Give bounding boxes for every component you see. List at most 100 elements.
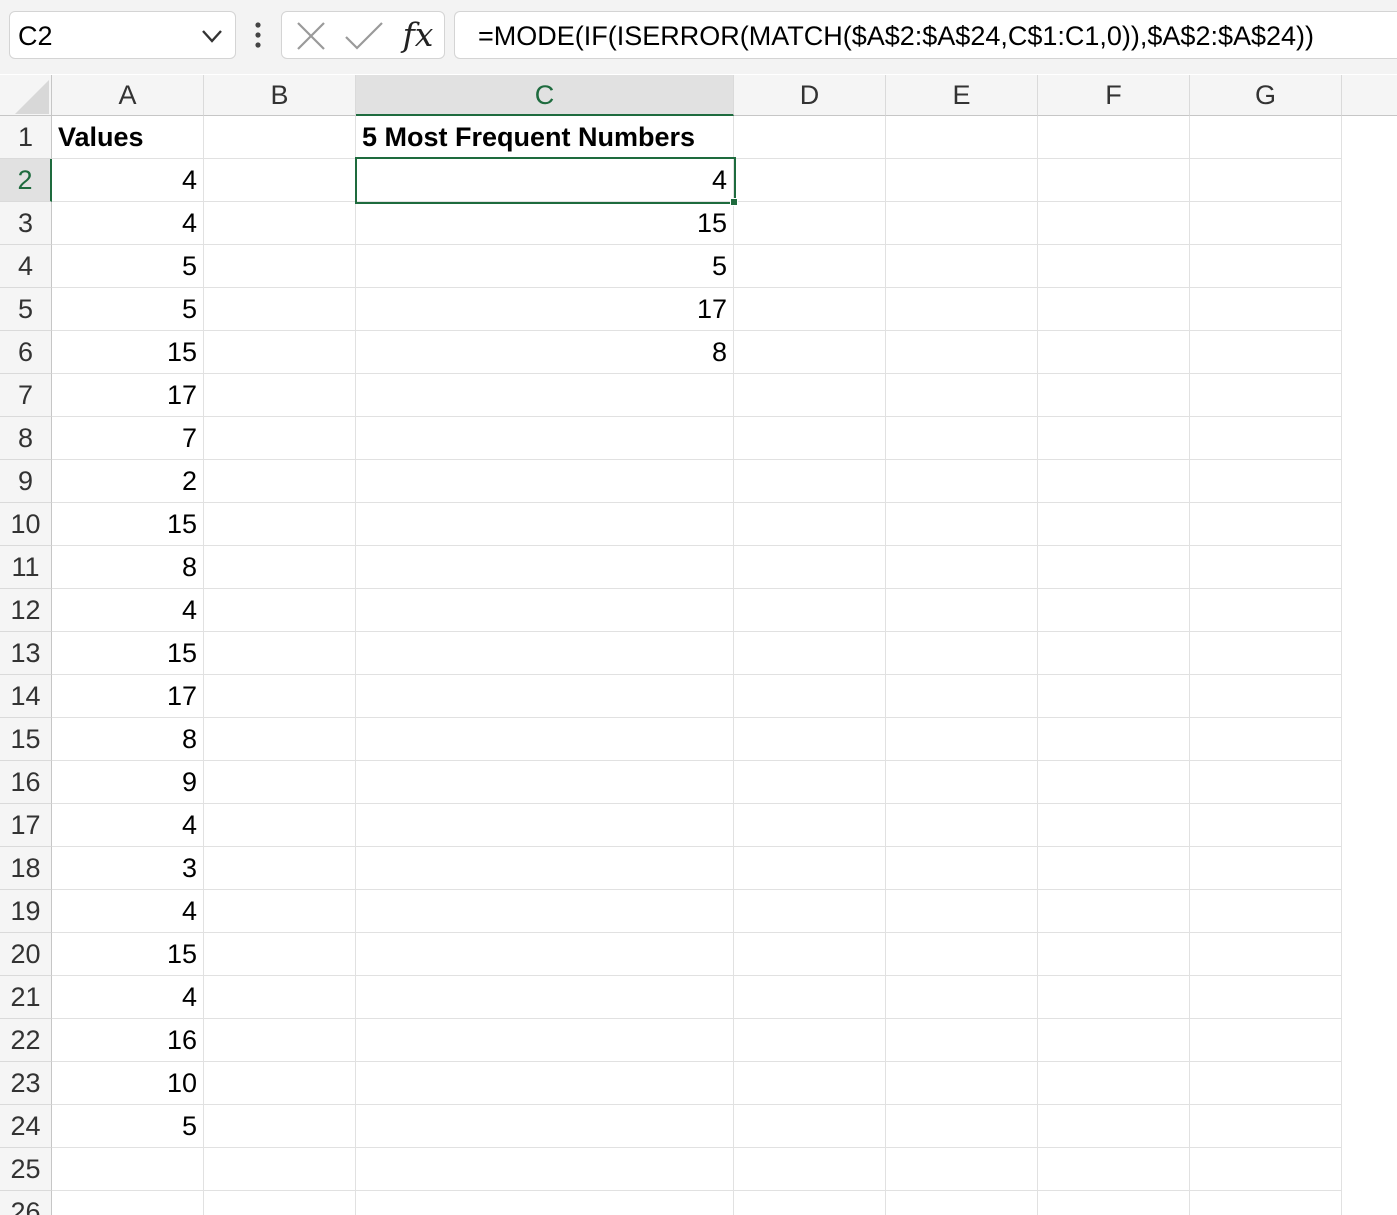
cell-d2[interactable] <box>734 159 886 202</box>
cell-g14[interactable] <box>1190 675 1342 718</box>
cell-b8[interactable] <box>204 417 356 460</box>
cell-d4[interactable] <box>734 245 886 288</box>
cell-g3[interactable] <box>1190 202 1342 245</box>
cell-g25[interactable] <box>1190 1148 1342 1191</box>
column-header-g[interactable]: G <box>1190 75 1342 116</box>
cell-b2[interactable] <box>204 159 356 202</box>
cell-b1[interactable] <box>204 116 356 159</box>
cell-b24[interactable] <box>204 1105 356 1148</box>
cell-b12[interactable] <box>204 589 356 632</box>
cell-d1[interactable] <box>734 116 886 159</box>
cell-b19[interactable] <box>204 890 356 933</box>
cell-d21[interactable] <box>734 976 886 1019</box>
cell-a19[interactable]: 4 <box>52 890 204 933</box>
row-header-26[interactable]: 26 <box>0 1191 52 1215</box>
cell-g7[interactable] <box>1190 374 1342 417</box>
cell-d17[interactable] <box>734 804 886 847</box>
cell-e9[interactable] <box>886 460 1038 503</box>
cell-e11[interactable] <box>886 546 1038 589</box>
cell-g18[interactable] <box>1190 847 1342 890</box>
cell-f5[interactable] <box>1038 288 1190 331</box>
cell-e7[interactable] <box>886 374 1038 417</box>
cell-e14[interactable] <box>886 675 1038 718</box>
cell-a3[interactable]: 4 <box>52 202 204 245</box>
cell-f24[interactable] <box>1038 1105 1190 1148</box>
row-header-15[interactable]: 15 <box>0 718 52 761</box>
cell-a13[interactable]: 15 <box>52 632 204 675</box>
cell-c6[interactable]: 8 <box>356 331 734 374</box>
cell-d13[interactable] <box>734 632 886 675</box>
fill-handle[interactable] <box>730 198 738 206</box>
cell-d14[interactable] <box>734 675 886 718</box>
name-box[interactable]: C2 <box>9 11 236 59</box>
cell-c22[interactable] <box>356 1019 734 1062</box>
cell-f6[interactable] <box>1038 331 1190 374</box>
row-header-1[interactable]: 1 <box>0 116 52 159</box>
cell-a10[interactable]: 15 <box>52 503 204 546</box>
cell-c20[interactable] <box>356 933 734 976</box>
cell-g11[interactable] <box>1190 546 1342 589</box>
cell-f17[interactable] <box>1038 804 1190 847</box>
cell-a21[interactable]: 4 <box>52 976 204 1019</box>
cell-e19[interactable] <box>886 890 1038 933</box>
cell-f7[interactable] <box>1038 374 1190 417</box>
cell-f11[interactable] <box>1038 546 1190 589</box>
cell-a1[interactable]: Values <box>52 116 204 159</box>
cell-f4[interactable] <box>1038 245 1190 288</box>
cell-b21[interactable] <box>204 976 356 1019</box>
cell-c11[interactable] <box>356 546 734 589</box>
cell-f16[interactable] <box>1038 761 1190 804</box>
column-header-f[interactable]: F <box>1038 75 1190 116</box>
cell-a24[interactable]: 5 <box>52 1105 204 1148</box>
row-header-8[interactable]: 8 <box>0 417 52 460</box>
cell-a15[interactable]: 8 <box>52 718 204 761</box>
cell-g16[interactable] <box>1190 761 1342 804</box>
cell-a12[interactable]: 4 <box>52 589 204 632</box>
cell-d24[interactable] <box>734 1105 886 1148</box>
cell-b3[interactable] <box>204 202 356 245</box>
cell-g1[interactable] <box>1190 116 1342 159</box>
cell-b10[interactable] <box>204 503 356 546</box>
cell-b6[interactable] <box>204 331 356 374</box>
cell-f10[interactable] <box>1038 503 1190 546</box>
cell-e24[interactable] <box>886 1105 1038 1148</box>
cell-e10[interactable] <box>886 503 1038 546</box>
cell-a2[interactable]: 4 <box>52 159 204 202</box>
cell-d5[interactable] <box>734 288 886 331</box>
cell-d10[interactable] <box>734 503 886 546</box>
cell-a18[interactable]: 3 <box>52 847 204 890</box>
cell-e6[interactable] <box>886 331 1038 374</box>
cell-a17[interactable]: 4 <box>52 804 204 847</box>
row-header-9[interactable]: 9 <box>0 460 52 503</box>
cell-d3[interactable] <box>734 202 886 245</box>
cell-f13[interactable] <box>1038 632 1190 675</box>
cell-c4[interactable]: 5 <box>356 245 734 288</box>
cell-g2[interactable] <box>1190 159 1342 202</box>
cell-b26[interactable] <box>204 1191 356 1215</box>
row-header-5[interactable]: 5 <box>0 288 52 331</box>
cell-c15[interactable] <box>356 718 734 761</box>
cell-f18[interactable] <box>1038 847 1190 890</box>
cell-b9[interactable] <box>204 460 356 503</box>
cell-d23[interactable] <box>734 1062 886 1105</box>
cell-d22[interactable] <box>734 1019 886 1062</box>
cell-c26[interactable] <box>356 1191 734 1215</box>
cell-g9[interactable] <box>1190 460 1342 503</box>
cell-f22[interactable] <box>1038 1019 1190 1062</box>
cell-d16[interactable] <box>734 761 886 804</box>
cell-e2[interactable] <box>886 159 1038 202</box>
column-header-c[interactable]: C <box>356 75 734 116</box>
row-header-19[interactable]: 19 <box>0 890 52 933</box>
cell-e22[interactable] <box>886 1019 1038 1062</box>
cell-c7[interactable] <box>356 374 734 417</box>
cell-c17[interactable] <box>356 804 734 847</box>
row-header-17[interactable]: 17 <box>0 804 52 847</box>
cell-c12[interactable] <box>356 589 734 632</box>
cell-f3[interactable] <box>1038 202 1190 245</box>
cell-d20[interactable] <box>734 933 886 976</box>
cell-b15[interactable] <box>204 718 356 761</box>
cell-c10[interactable] <box>356 503 734 546</box>
cell-a8[interactable]: 7 <box>52 417 204 460</box>
row-header-12[interactable]: 12 <box>0 589 52 632</box>
row-header-21[interactable]: 21 <box>0 976 52 1019</box>
